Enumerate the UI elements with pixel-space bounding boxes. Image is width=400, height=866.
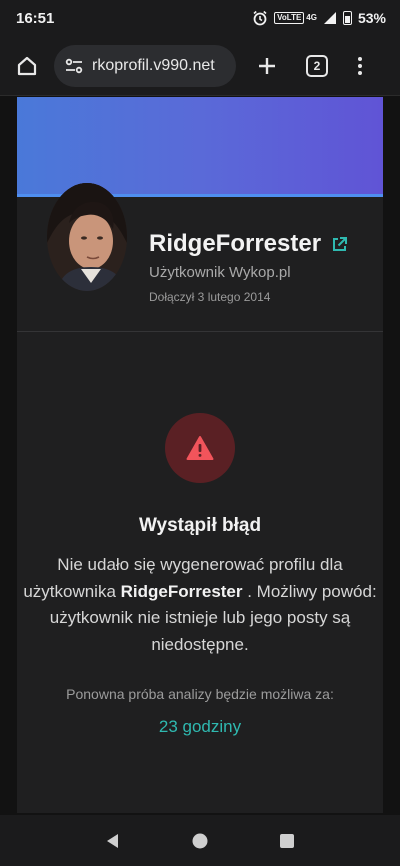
tab-count: 2 — [313, 58, 321, 73]
home-icon — [17, 56, 37, 75]
retry-countdown: 23 godziny — [158, 717, 242, 736]
page-content: RidgeForrester Użytkownik Wykop.pl Dołąc… — [0, 97, 400, 815]
status-bar: 16:51 VoLTE 4G 53% — [0, 0, 400, 36]
profile-username: RidgeForrester — [149, 230, 322, 257]
network-type: 4G — [306, 13, 317, 22]
home-button[interactable] — [10, 49, 44, 83]
home-circle-icon[interactable] — [191, 832, 209, 850]
profile-subtitle: Użytkownik Wykop.pl — [149, 264, 291, 281]
back-icon[interactable] — [104, 832, 122, 850]
status-time: 16:51 — [16, 9, 55, 27]
profile-banner — [17, 97, 383, 197]
site-settings-icon[interactable] — [64, 56, 84, 76]
profile-joined-date: Dołączył 3 lutego 2014 — [149, 290, 271, 304]
recents-icon[interactable] — [278, 832, 296, 850]
error-icon-badge — [165, 413, 235, 483]
retry-label: Ponowna próba analizy będzie możliwa za: — [66, 686, 334, 702]
status-icons: VoLTE 4G 53% — [252, 10, 386, 26]
profile-card: RidgeForrester Użytkownik Wykop.pl Dołąc… — [17, 97, 383, 813]
external-link-icon[interactable] — [331, 236, 348, 253]
alarm-icon — [253, 10, 267, 26]
more-menu-icon — [358, 56, 362, 61]
battery-percent: 53% — [357, 10, 386, 26]
new-tab-icon — [259, 57, 275, 74]
error-title: Wystąpił błąd — [138, 515, 262, 536]
tab-switcher-button[interactable]: 2 — [306, 54, 328, 77]
url-text[interactable]: rkoprofil.v990.net — [92, 57, 215, 75]
url-bar[interactable]: rkoprofil.v990.net — [54, 44, 236, 87]
more-menu-button[interactable] — [350, 49, 370, 83]
signal-icon — [323, 12, 336, 24]
volte-badge: VoLTE — [274, 12, 305, 24]
warning-icon — [186, 436, 214, 460]
profile-username-row: RidgeForrester — [149, 230, 348, 258]
new-tab-button[interactable] — [250, 49, 284, 83]
avatar — [47, 183, 127, 291]
avatar-image — [47, 183, 127, 291]
system-nav-bar — [0, 815, 400, 866]
browser-toolbar: rkoprofil.v990.net 2 — [0, 36, 400, 96]
error-message: Nie udało się wygenerować profilu dla uż… — [17, 552, 383, 658]
battery-icon — [342, 11, 352, 25]
section-divider — [17, 331, 383, 332]
error-message-username: RidgeForrester — [120, 581, 243, 601]
